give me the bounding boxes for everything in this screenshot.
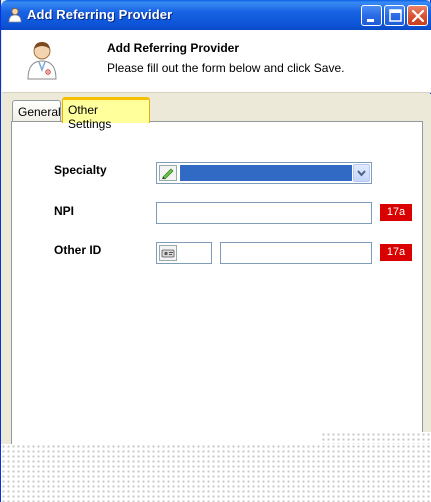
npi-field-code-badge: 17a [380,204,412,221]
close-button[interactable] [407,5,428,26]
minimize-button[interactable] [361,5,382,26]
obscured-overlay [1,444,431,502]
doctor-icon [27,42,57,80]
npi-input[interactable] [156,202,372,224]
other-id-type-picker[interactable] [156,242,212,264]
dropdown-arrow-button[interactable] [353,164,370,182]
chevron-down-icon [357,170,366,177]
tab-general[interactable]: General [12,100,61,122]
pencil-icon[interactable] [159,165,177,181]
other-id-field-code-badge: 17a [380,244,412,261]
window-title: Add Referring Provider [27,7,173,22]
close-icon [411,9,425,23]
tab-other-settings[interactable]: Other Settings [62,97,150,131]
minimize-icon [367,19,374,22]
title-bar[interactable]: Add Referring Provider [1,0,431,30]
specialty-label: Specialty [54,163,107,177]
specialty-dropdown[interactable] [156,162,372,184]
npi-label: NPI [54,204,75,218]
tab-panel-other-settings: Specialty NPI 17a Other ID 17a [11,121,423,495]
dialog-window: Add Referring Provider Add Referring Pro… [0,0,431,502]
maximize-button[interactable] [384,5,405,26]
dialog-header: Add Referring Provider Please fill out t… [2,30,431,93]
other-id-label: Other ID [54,243,102,257]
maximize-icon [389,9,402,22]
id-card-icon [159,245,177,261]
specialty-selected-value [180,165,352,181]
header-title: Add Referring Provider [107,41,240,55]
other-id-input[interactable] [220,242,372,264]
doctor-icon [8,7,22,23]
header-subtitle: Please fill out the form below and click… [107,61,345,75]
